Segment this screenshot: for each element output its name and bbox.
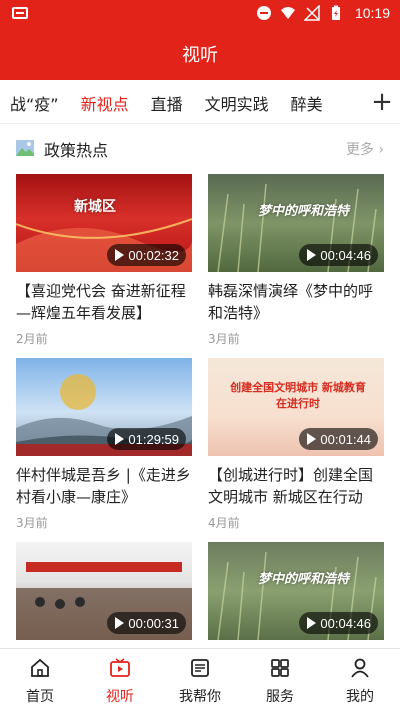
video-card[interactable]: 00:00:31 [16,542,192,640]
video-thumbnail: 新城区 00:02:32 [16,174,192,272]
video-title: 【创城进行时】创建全国文明城市 新城区在行动 [208,466,374,506]
video-date: 3月前 [208,332,240,346]
nav-label: 我帮你 [179,689,221,705]
video-title: 韩磊深情演绎《梦中的呼和浩特》 [208,282,374,322]
section-title: 政策热点 [44,141,109,160]
play-icon [115,617,125,629]
nav-home[interactable]: 首页 [0,649,80,710]
status-time: 10:19 [354,5,390,21]
help-icon [191,659,209,677]
video-title: 伴村伴城是吾乡 |《走进乡村看小康—康庄》 [16,466,191,506]
tab-zhanyi[interactable]: 战“疫” [10,91,59,115]
section-header: 政策热点 更多 › [16,136,384,162]
grid-icon [271,659,289,677]
video-thumbnail: 00:00:31 [16,542,192,640]
duration-badge: 01:29:59 [107,428,186,450]
nav-help[interactable]: 我帮你 [160,649,240,710]
user-icon [351,658,369,678]
duration-badge: 00:02:32 [107,244,186,266]
video-thumbnail: 01:29:59 [16,358,192,456]
video-thumbnail: 梦中的呼和浩特 00:04:46 [208,174,384,272]
duration-badge: 00:01:44 [299,428,378,450]
duration-badge: 00:04:46 [299,612,378,634]
video-card[interactable]: 创建全国文明城市 新城教育在进行时 00:01:44 【创城进行时】创建全国文明… [208,358,384,531]
nav-video[interactable]: 视听 [80,649,160,710]
video-card[interactable]: 新城区 00:02:32 【喜迎党代会 奋进新征程—辉煌五年看发展】 2月前 [16,174,192,347]
bottom-nav: 首页 视听 我帮你 服务 我的 [0,648,400,710]
video-thumbnail: 创建全国文明城市 新城教育在进行时 00:01:44 [208,358,384,456]
channel-tabs: 战“疫” 新视点 直播 文明实践 醉美 + [0,80,400,124]
video-card[interactable]: 01:29:59 伴村伴城是吾乡 |《走进乡村看小康—康庄》 3月前 [16,358,192,531]
tab-zuimei[interactable]: 醉美 [291,91,323,115]
nav-service[interactable]: 服务 [240,649,320,710]
video-date: 3月前 [16,516,48,530]
wifi-icon [281,7,295,19]
video-icon [110,658,130,677]
nav-label: 服务 [266,689,294,705]
play-icon [115,433,125,445]
play-icon [307,249,317,261]
thumbnail-caption: 新城区 [74,199,116,215]
title-bar: 视听 [0,28,400,80]
video-card[interactable]: 梦中的呼和浩特 00:04:46 [208,542,384,640]
nav-profile[interactable]: 我的 [320,649,400,710]
tab-zhibo[interactable]: 直播 [151,91,183,115]
page-title: 视听 [182,45,218,66]
video-date: 2月前 [16,332,48,346]
picture-icon [16,140,34,156]
duration-badge: 00:04:46 [299,244,378,266]
play-icon [307,617,317,629]
thumbnail-caption: 梦中的呼和浩特 [258,572,350,587]
battery-icon [332,5,340,20]
nav-label: 我的 [346,689,374,705]
add-tab-button[interactable]: + [364,80,400,123]
video-date: 4月前 [208,516,240,530]
play-icon [115,249,125,261]
more-link[interactable]: 更多 › [346,139,384,159]
tab-wenming[interactable]: 文明实践 [205,91,269,115]
thumbnail-caption: 创建全国文明城市 新城教育在进行时 [230,381,366,410]
tab-xinshidian[interactable]: 新视点 [81,91,129,115]
duration-badge: 00:00:31 [107,612,186,634]
play-icon [307,433,317,445]
video-thumbnail: 梦中的呼和浩特 00:04:46 [208,542,384,640]
no-signal-icon [304,5,320,21]
notification-icon [12,7,28,19]
video-title: 【喜迎党代会 奋进新征程—辉煌五年看发展】 [16,282,186,322]
status-bar: 10:19 [0,0,400,28]
home-icon [31,658,49,677]
do-not-disturb-icon [257,6,271,20]
nav-label: 视听 [106,689,134,705]
thumbnail-caption: 梦中的呼和浩特 [258,204,350,219]
nav-label: 首页 [26,689,54,705]
video-card[interactable]: 梦中的呼和浩特 00:04:46 韩磊深情演绎《梦中的呼和浩特》 3月前 [208,174,384,347]
